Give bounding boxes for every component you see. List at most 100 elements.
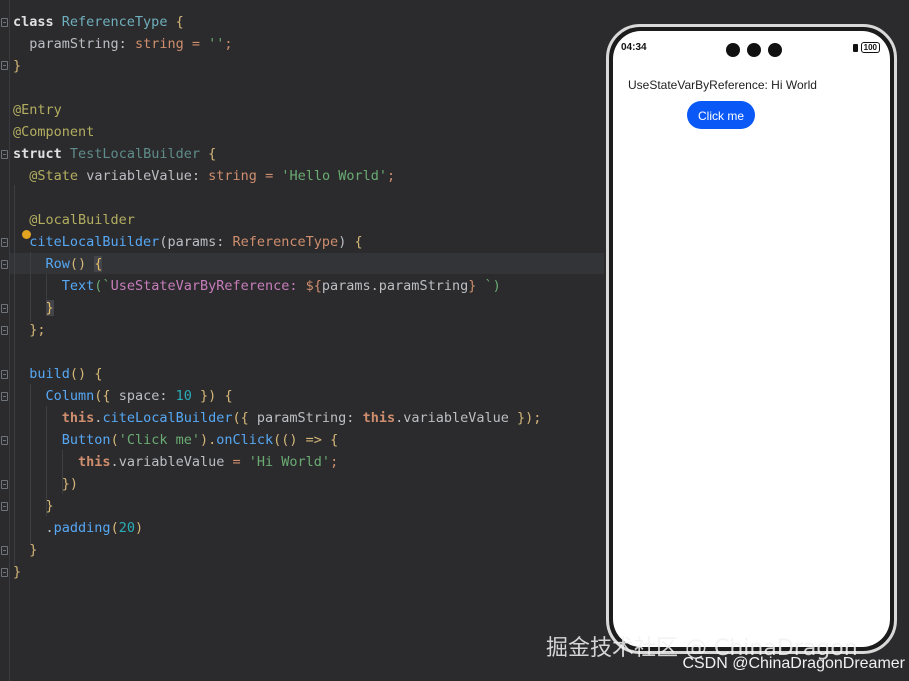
punct: ) <box>338 234 347 250</box>
fold-toggle-icon[interactable] <box>1 392 8 401</box>
brace: } <box>13 564 22 580</box>
parameter: params <box>167 234 217 250</box>
fold-toggle-icon[interactable] <box>1 304 8 313</box>
property: paramString <box>29 36 119 52</box>
fold-toggle-icon[interactable] <box>1 502 8 511</box>
code-line-14[interactable]: } <box>13 297 54 319</box>
code-line-12[interactable]: Row() { <box>13 253 103 275</box>
class-name: ReferenceType <box>61 14 168 30</box>
matched-brace: } <box>45 300 54 316</box>
code-line-21[interactable]: this.variableValue = 'Hi World'; <box>13 451 338 473</box>
status-time: 04:34 <box>621 42 647 53</box>
brace: }) <box>61 476 79 492</box>
punct: : <box>216 234 225 250</box>
brace: } <box>29 542 38 558</box>
code-line-8[interactable]: @State variableValue: string = 'Hello Wo… <box>13 165 395 187</box>
camera-icon <box>768 43 782 57</box>
punct: ( <box>110 432 119 448</box>
code-line-20[interactable]: Button('Click me').onClick(() => { <box>13 429 338 451</box>
code-line-17[interactable]: build() { <box>13 363 102 385</box>
string: 'Hi World' <box>248 454 331 470</box>
fold-toggle-icon[interactable] <box>1 436 8 445</box>
punct: ) <box>134 520 144 536</box>
fold-toggle-icon[interactable] <box>1 238 8 247</box>
punct: (` <box>94 278 111 294</box>
punct: (() => <box>273 432 322 448</box>
fold-toggle-icon[interactable] <box>1 326 8 335</box>
code-line-15[interactable]: }; <box>13 319 46 341</box>
code-line-5[interactable]: @Entry <box>13 99 62 121</box>
type: string <box>134 36 184 52</box>
decorator: @Component <box>13 124 95 140</box>
decorator: @State <box>29 168 79 184</box>
punct: . <box>395 410 404 426</box>
fold-toggle-icon[interactable] <box>1 370 8 379</box>
code-line-1[interactable]: class ReferenceType { <box>13 11 184 33</box>
fold-toggle-icon[interactable] <box>1 480 8 489</box>
code-line-3[interactable]: } <box>13 55 21 77</box>
fold-toggle-icon[interactable] <box>1 61 8 70</box>
code-line-18[interactable]: Column({ space: 10 }) { <box>13 385 233 407</box>
number: 20 <box>118 520 135 536</box>
keyword: this <box>61 410 95 426</box>
punct: ; <box>387 168 396 184</box>
operator: = <box>232 454 241 470</box>
function-name: Row <box>45 256 70 272</box>
brace: }; <box>29 322 46 338</box>
phone-previewer: 04:34 100 UseStateVarByReference: Hi Wor… <box>606 24 897 654</box>
phone-screen[interactable]: 04:34 100 UseStateVarByReference: Hi Wor… <box>613 31 890 647</box>
punct: ( <box>110 520 119 536</box>
code-line-19[interactable]: this. citeLocalBuilder({ paramString: thi… <box>13 407 542 429</box>
code-line-6[interactable]: @Component <box>13 121 94 143</box>
code-line-22[interactable]: }) <box>13 473 78 495</box>
code-line-13[interactable]: Text(`UseStateVarByReference: ${params.p… <box>13 275 501 297</box>
decorator: @Entry <box>13 102 62 118</box>
brace: { <box>224 388 233 404</box>
camera-icon <box>726 43 740 57</box>
punct: }) <box>200 388 217 404</box>
type: ReferenceType <box>232 234 339 250</box>
punct: : <box>191 168 200 184</box>
punct: ; <box>330 454 339 470</box>
function-name: Button <box>61 432 111 448</box>
fold-toggle-icon[interactable] <box>1 18 8 27</box>
code-line-10[interactable]: @LocalBuilder <box>13 209 135 231</box>
brace: { <box>208 146 217 162</box>
punct: `) <box>476 278 501 294</box>
code-line-23[interactable]: } <box>13 495 54 517</box>
function-name: onClick <box>216 432 274 448</box>
code-line-11[interactable]: citeLocalBuilder(params: ReferenceType) … <box>13 231 362 253</box>
code-line-7[interactable]: struct TestLocalBuilder { <box>13 143 216 165</box>
property: variableValue <box>86 168 192 184</box>
punct: . <box>45 520 54 536</box>
code-editor[interactable]: class ReferenceType { paramString: strin… <box>0 0 604 681</box>
function-name: build <box>29 366 70 382</box>
punct: ({ <box>94 388 111 404</box>
string: 'Click me' <box>118 432 200 448</box>
brace: } <box>45 498 54 514</box>
brace: { <box>175 14 184 30</box>
code-line-2[interactable]: paramString: string = ''; <box>13 33 232 55</box>
code-line-26[interactable]: } <box>13 561 21 583</box>
punct: ({ <box>232 410 249 426</box>
fold-toggle-icon[interactable] <box>1 260 8 269</box>
template-string: UseStateVarByReference: <box>110 278 306 294</box>
reference-text: UseStateVarByReference: Hi World <box>628 78 817 92</box>
fold-toggle-icon[interactable] <box>1 150 8 159</box>
function-name: padding <box>53 520 111 536</box>
function-name: Column <box>45 388 95 404</box>
click-me-button[interactable]: Click me <box>687 101 755 129</box>
status-icons: 100 <box>852 42 880 53</box>
code-line-24[interactable]: .padding(20) <box>13 517 144 539</box>
code-line-25[interactable]: } <box>13 539 37 561</box>
matched-brace: { <box>94 256 103 272</box>
punct: }); <box>517 410 542 426</box>
punct: () <box>69 366 87 382</box>
operator: = <box>265 168 274 184</box>
function-name: Text <box>61 278 95 294</box>
fold-toggle-icon[interactable] <box>1 546 8 555</box>
punct: : <box>159 388 168 404</box>
brace: { <box>94 366 103 382</box>
fold-toggle-icon[interactable] <box>1 568 8 577</box>
punct: () <box>69 256 87 272</box>
